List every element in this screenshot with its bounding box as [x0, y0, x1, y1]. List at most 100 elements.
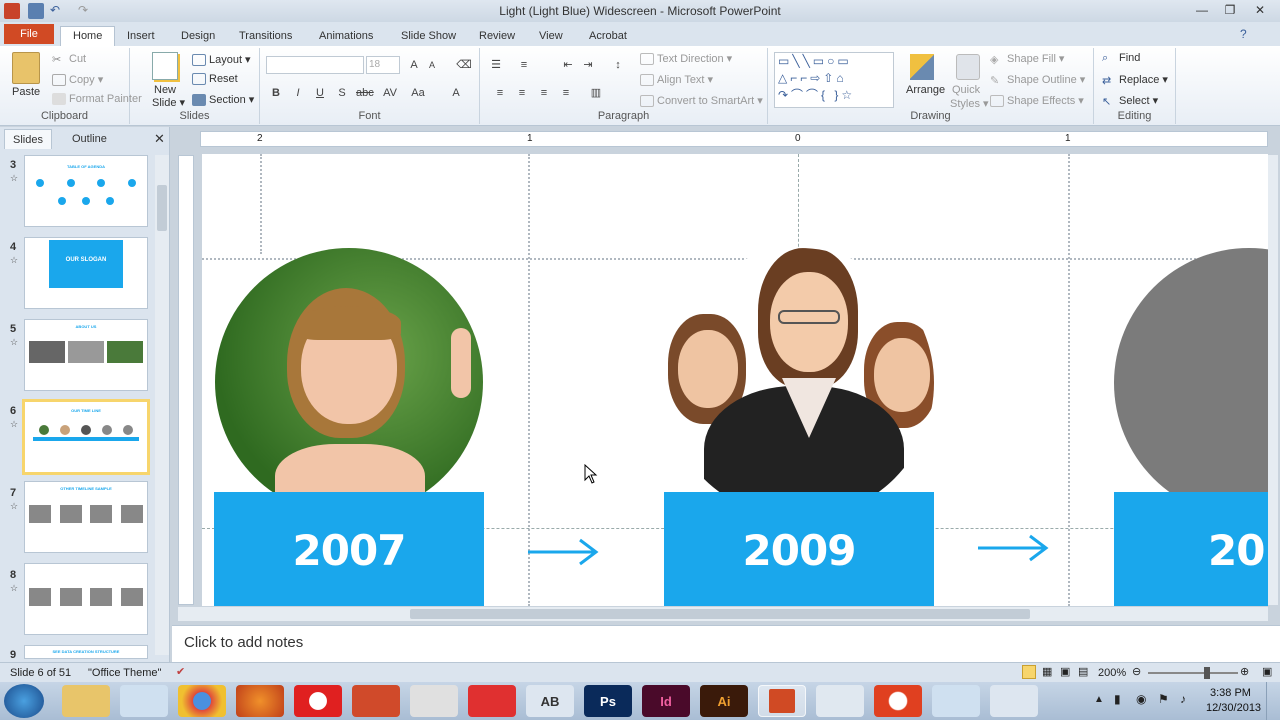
increase-indent-icon[interactable]: ⇥ [580, 57, 596, 73]
tab-acrobat[interactable]: Acrobat [576, 26, 640, 46]
tab-outline-panel[interactable]: Outline [64, 129, 115, 149]
section-button[interactable]: Section ▾ [192, 93, 254, 106]
fit-slide-icon[interactable]: ▣ [1262, 665, 1272, 678]
ccleaner-icon[interactable] [874, 685, 922, 717]
replace-button[interactable]: ⇄ Replace ▾ [1102, 73, 1168, 87]
reset-button[interactable]: Reset [192, 73, 238, 85]
grow-font-icon[interactable]: A [406, 57, 422, 73]
align-left-icon[interactable]: ≡ [492, 85, 508, 101]
italic-icon[interactable]: I [290, 85, 306, 101]
tab-design[interactable]: Design [168, 26, 228, 46]
tab-home[interactable]: Home [60, 26, 116, 46]
maximize-icon[interactable]: ❐ [1216, 0, 1244, 22]
format-painter-button[interactable]: Format Painter [52, 93, 142, 105]
text-direction-button[interactable]: Text Direction ▾ [640, 52, 732, 65]
theme-name[interactable]: "Office Theme" [88, 667, 161, 679]
paste-button[interactable]: Paste [12, 86, 40, 98]
justify-icon[interactable]: ≡ [558, 85, 574, 101]
tray-icon[interactable]: ▮ [1114, 692, 1121, 706]
tab-insert[interactable]: Insert [114, 26, 168, 46]
numbering-icon[interactable]: ≡ [516, 57, 532, 73]
decrease-indent-icon[interactable]: ⇤ [560, 57, 576, 73]
business-women-photo[interactable] [664, 248, 934, 518]
shape-outline-button[interactable]: ✎ Shape Outline ▾ [990, 73, 1085, 87]
alien-app-icon[interactable] [410, 685, 458, 717]
paint-app-icon[interactable] [468, 685, 516, 717]
shape-fill-button[interactable]: ◈ Shape Fill ▾ [990, 52, 1064, 66]
flag-icon[interactable]: ⚑ [1158, 692, 1169, 706]
file-explorer-icon[interactable] [62, 685, 110, 717]
new-slide-icon[interactable] [152, 52, 178, 80]
book-app-icon[interactable] [352, 685, 400, 717]
align-center-icon[interactable]: ≡ [514, 85, 530, 101]
notes-placeholder[interactable]: Click to add notes [184, 634, 303, 651]
align-text-button[interactable]: Align Text ▾ [640, 73, 713, 86]
slide-thumbnail[interactable]: SEE DATA CREATION STRUCTURE [24, 645, 148, 659]
change-case-icon[interactable]: Aa [410, 85, 426, 101]
gray-circle-placeholder[interactable] [1114, 248, 1268, 518]
tab-transitions[interactable]: Transitions [226, 26, 305, 46]
slide-thumbnail[interactable] [24, 563, 148, 635]
reading-view-icon[interactable]: ▣ [1060, 665, 1070, 678]
tab-review[interactable]: Review [466, 26, 528, 46]
spellcheck-icon[interactable]: ✔ [176, 665, 185, 678]
bold-icon[interactable]: B [268, 85, 284, 101]
shape-effects-button[interactable]: Shape Effects ▾ [990, 94, 1084, 107]
columns-icon[interactable]: ▥ [588, 85, 604, 101]
line-spacing-icon[interactable]: ↕ [610, 57, 626, 73]
layout-button[interactable]: Layout ▾ [192, 53, 251, 66]
search-icon[interactable] [120, 685, 168, 717]
calculator-icon[interactable] [990, 685, 1038, 717]
pen-app-icon[interactable] [816, 685, 864, 717]
opera-icon[interactable] [294, 685, 342, 717]
normal-view-icon[interactable] [1022, 665, 1036, 679]
quick-label[interactable]: Quick [952, 84, 980, 96]
tab-slide-show[interactable]: Slide Show [388, 26, 469, 46]
tab-animations[interactable]: Animations [306, 26, 386, 46]
shadow-icon[interactable]: S [334, 85, 350, 101]
slide-scrollbar[interactable] [1268, 155, 1278, 605]
convert-smartart-button[interactable]: Convert to SmartArt ▾ [640, 94, 763, 107]
slide-thumbnail[interactable]: TABLE OF AGENDA [24, 155, 148, 227]
show-desktop-button[interactable] [1266, 682, 1280, 720]
powerpoint-taskbar-icon[interactable] [758, 685, 806, 717]
font-size-combo[interactable]: 18 [366, 56, 400, 74]
illustrator-icon[interactable]: Ai [700, 685, 748, 717]
panel-scrollbar[interactable] [155, 155, 169, 655]
shapes-gallery[interactable]: ▭╲╲▭○▭ △⌐⌐⇨⇧⌂ ↷⌒⌒{ }☆ [774, 52, 894, 108]
styles-label[interactable]: Styles ▾ [950, 97, 989, 111]
close-window-icon[interactable]: ✕ [1246, 0, 1274, 22]
chrome-icon[interactable] [178, 685, 226, 717]
horizontal-scrollbar[interactable] [178, 607, 1268, 621]
arrange-button[interactable]: Arrange [906, 84, 945, 96]
slide-thumbnail-selected[interactable]: OUR TIME LINE [22, 399, 150, 475]
year-box-2[interactable]: 2009 [664, 492, 934, 606]
year-box-1[interactable]: 2007 [214, 492, 484, 606]
paste-icon[interactable] [12, 52, 40, 84]
clear-format-icon[interactable]: ⌫ [456, 57, 472, 73]
slide-thumbnail[interactable]: OTHER TIMELINE SAMPLE [24, 481, 148, 553]
firefox-icon[interactable] [236, 685, 284, 717]
zoom-slider-thumb[interactable] [1204, 667, 1210, 679]
slide-canvas[interactable]: 2007 2009 201 [202, 154, 1268, 606]
select-button[interactable]: ↖ Select ▾ [1102, 94, 1158, 108]
align-right-icon[interactable]: ≡ [536, 85, 552, 101]
arrange-icon[interactable] [910, 54, 934, 80]
slideshow-icon[interactable]: ▤ [1078, 665, 1088, 678]
start-button[interactable] [4, 684, 44, 718]
zoom-out-icon[interactable]: ⊖ [1132, 665, 1141, 678]
shrink-font-icon[interactable]: A [424, 57, 440, 73]
font-color-icon[interactable]: A [448, 85, 464, 101]
girl-photo[interactable] [215, 248, 483, 516]
copy-button[interactable]: Copy ▾ [52, 73, 103, 86]
font-name-combo[interactable] [266, 56, 364, 74]
zoom-level[interactable]: 200% [1098, 667, 1126, 679]
indesign-icon[interactable]: Id [642, 685, 690, 717]
slide-sorter-icon[interactable]: ▦ [1042, 665, 1052, 678]
volume-icon[interactable]: ♪ [1180, 692, 1186, 706]
minimize-icon[interactable]: — [1188, 0, 1216, 22]
clock-date[interactable]: 12/30/2013 [1206, 702, 1261, 714]
new-slide-label-2[interactable]: Slide ▾ [152, 96, 185, 110]
tray-expand-icon[interactable]: ▲ [1094, 694, 1104, 705]
help-icon[interactable]: ? [1240, 27, 1247, 41]
